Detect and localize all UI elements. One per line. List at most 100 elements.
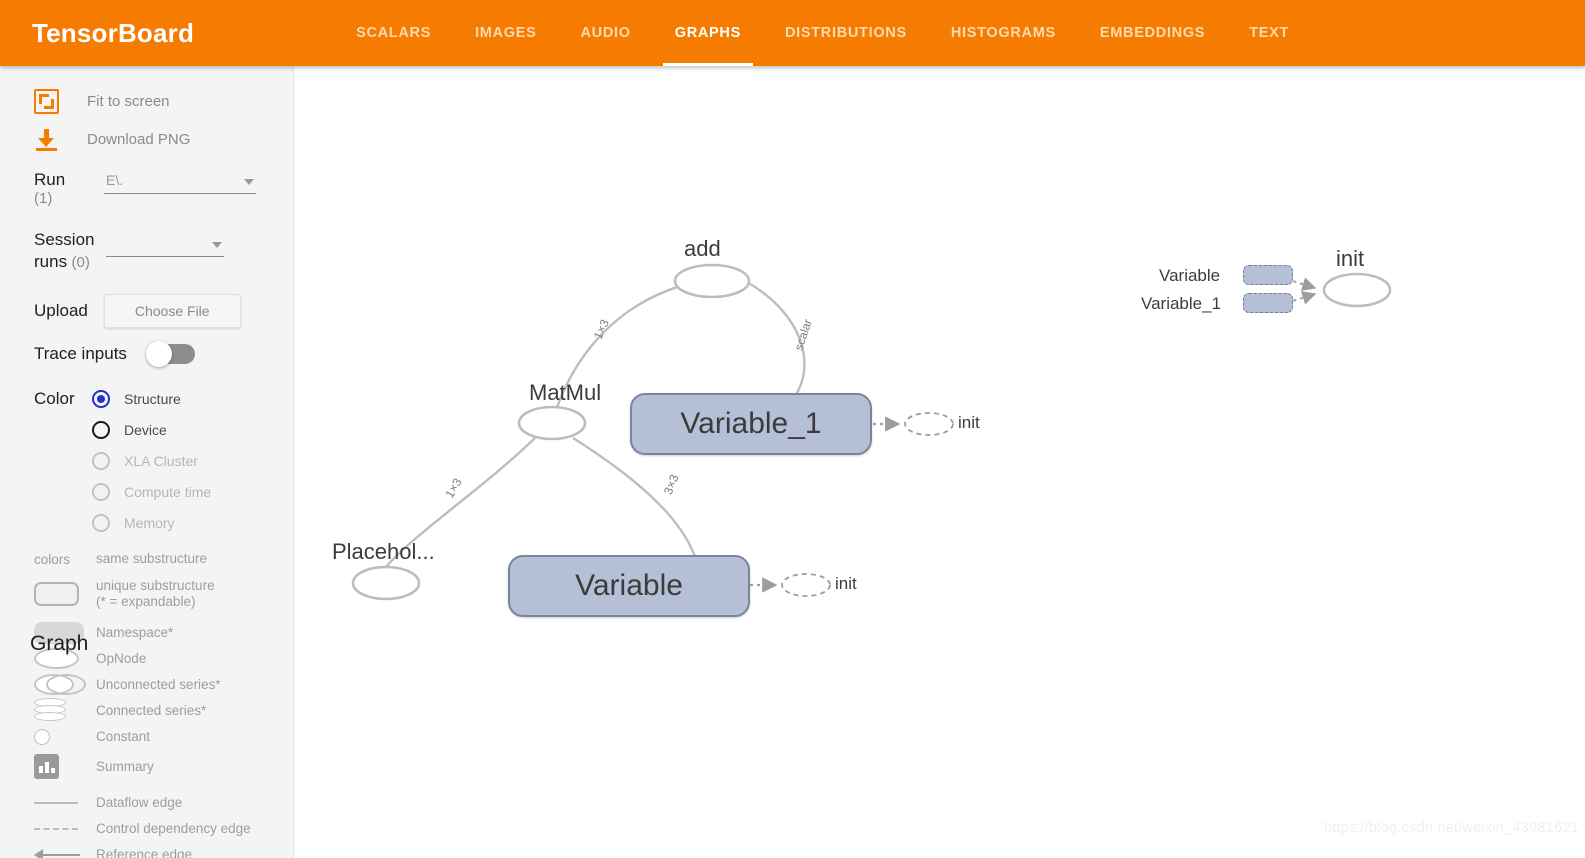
legend-key-unique <box>34 581 96 606</box>
download-png-button[interactable]: Download PNG <box>0 122 293 156</box>
constant-icon <box>34 728 50 745</box>
legend-key-control <box>34 827 96 830</box>
svg-text:1×3: 1×3 <box>442 475 464 500</box>
legend-row-control-edge: Control dependency edge <box>0 816 293 842</box>
download-icon <box>34 127 59 152</box>
run-dropdown[interactable]: E\. <box>104 170 256 194</box>
legend-label-dataflow-edge: Dataflow edge <box>96 794 183 810</box>
toggle-knob <box>145 341 172 367</box>
radio-label-compute-time: Compute time <box>124 483 212 500</box>
tab-embeddings[interactable]: EMBEDDINGS <box>1078 0 1227 66</box>
trace-inputs-label: Trace inputs <box>34 344 127 363</box>
control-dependency-edge-icon <box>34 827 78 830</box>
connected-series-icon <box>34 698 68 723</box>
radio-device[interactable] <box>92 420 110 439</box>
node-label-init-variable[interactable]: init <box>835 574 857 594</box>
upload-label: Upload <box>34 301 88 320</box>
legend-row-connected-series: Connected series* <box>0 698 293 724</box>
tab-distributions[interactable]: DISTRIBUTIONS <box>763 0 929 66</box>
color-options-group: Color Structure Device XLA Cluster Compu… <box>0 383 293 538</box>
legend-key-dataflow <box>34 801 96 804</box>
legend-label-namespace: Namespace* <box>96 624 174 640</box>
legend-row-summary: Summary <box>0 754 293 780</box>
legend-key-connected <box>34 698 96 723</box>
sidebar: Fit to screen Download PNG Run (1) E\. S… <box>0 66 294 858</box>
legend-label-summary: Summary <box>96 758 154 774</box>
legend-same-substructure: same substructure <box>96 551 208 567</box>
radio-row-device[interactable]: Device <box>0 414 293 445</box>
radio-compute-time[interactable] <box>92 482 110 501</box>
legend-colors-label: colors <box>34 551 71 567</box>
legend-row-colors: colors same substructure <box>0 546 293 572</box>
node-label-placeholder[interactable]: Placehol... <box>332 539 435 565</box>
color-label: Color <box>34 388 75 408</box>
svg-text:1×3: 1×3 <box>591 317 612 342</box>
radio-label-structure: Structure <box>124 390 181 407</box>
node-label-add[interactable]: add <box>684 236 721 262</box>
reference-edge-icon <box>34 848 80 858</box>
chevron-down-icon <box>212 242 222 248</box>
radio-xla-cluster[interactable] <box>92 451 110 470</box>
radio-row-structure[interactable]: Color Structure <box>0 383 293 414</box>
trace-inputs-toggle[interactable] <box>145 341 195 367</box>
session-runs-row: Session runs (0) <box>0 229 293 273</box>
app-header: TensorBoard SCALARS IMAGES AUDIO GRAPHS … <box>0 0 1585 66</box>
session-runs-label-1: Session <box>34 230 95 249</box>
legend-label-unconnected-series: Unconnected series* <box>96 676 221 692</box>
run-selector-row: Run (1) E\. <box>0 170 293 207</box>
tab-images[interactable]: IMAGES <box>453 0 558 66</box>
legend-key-reference <box>34 848 96 858</box>
unique-substructure-icon <box>34 581 79 606</box>
legend-label-control-edge: Control dependency edge <box>96 820 251 836</box>
tab-histograms[interactable]: HISTOGRAMS <box>929 0 1078 66</box>
unconnected-series-icon <box>34 673 90 696</box>
node-variable[interactable]: Variable <box>508 555 750 617</box>
run-label: Run <box>34 170 66 189</box>
legend-key-summary <box>34 754 96 780</box>
radio-row-memory[interactable]: Memory <box>0 507 293 538</box>
run-label-wrap: Run (1) <box>34 170 104 207</box>
session-runs-dropdown[interactable] <box>106 233 224 257</box>
fit-to-screen-label: Fit to screen <box>87 92 170 110</box>
session-runs-label-2: runs <box>34 252 68 271</box>
radio-row-compute-time[interactable]: Compute time <box>0 476 293 507</box>
watermark: https://blog.csdn.net/weixin_43981621 <box>1323 819 1579 836</box>
tab-graphs[interactable]: GRAPHS <box>653 0 763 66</box>
svg-text:scalar: scalar <box>792 317 815 352</box>
summary-icon <box>34 754 59 780</box>
graph-section-label: Graph <box>30 632 89 655</box>
tab-scalars[interactable]: SCALARS <box>334 0 453 66</box>
session-runs-count: (0) <box>71 254 90 271</box>
node-label-init-variable-1[interactable]: init <box>958 413 980 433</box>
fit-to-screen-button[interactable]: Fit to screen <box>0 84 293 118</box>
session-runs-dropdown-value <box>106 233 224 257</box>
graph-legend: colors same substructure unique substruc… <box>0 546 293 858</box>
legend-label-connected-series: Connected series* <box>96 702 207 718</box>
legend-key-constant <box>34 728 96 745</box>
download-png-label: Download PNG <box>87 130 191 148</box>
choose-file-button[interactable]: Choose File <box>103 294 241 328</box>
radio-memory[interactable] <box>92 513 110 532</box>
radio-label-xla-cluster: XLA Cluster <box>124 452 198 469</box>
tab-audio[interactable]: AUDIO <box>558 0 652 66</box>
legend-row-unique-substructure: unique substructure (* = expandable) <box>0 578 293 610</box>
legend-unique-substructure: unique substructure (* = expandable) <box>96 578 215 610</box>
mini-label-init[interactable]: init <box>1336 246 1364 272</box>
dataflow-edge-icon <box>34 801 78 804</box>
session-label-wrap: Session runs (0) <box>34 229 106 273</box>
mini-node-variable[interactable] <box>1243 265 1293 285</box>
tab-text[interactable]: TEXT <box>1227 0 1311 66</box>
app-title: TensorBoard <box>32 17 195 48</box>
graph-canvas[interactable]: 1×3 scalar 1×3 3×3 add MatMul Placehol..… <box>295 66 1585 858</box>
radio-structure[interactable] <box>92 389 110 408</box>
mini-label-variable[interactable]: Variable <box>1159 266 1220 286</box>
upload-row: Upload Choose File <box>0 294 293 328</box>
mini-label-variable-1[interactable]: Variable_1 <box>1141 294 1221 314</box>
mini-node-variable-1[interactable] <box>1243 293 1293 313</box>
radio-row-xla-cluster[interactable]: XLA Cluster <box>0 445 293 476</box>
run-count: (1) <box>34 190 53 207</box>
legend-unique-line2: (* = expandable) <box>96 593 196 609</box>
node-variable-1[interactable]: Variable_1 <box>630 393 872 455</box>
node-label-matmul[interactable]: MatMul <box>529 380 601 406</box>
run-dropdown-value: E\. <box>104 170 256 194</box>
